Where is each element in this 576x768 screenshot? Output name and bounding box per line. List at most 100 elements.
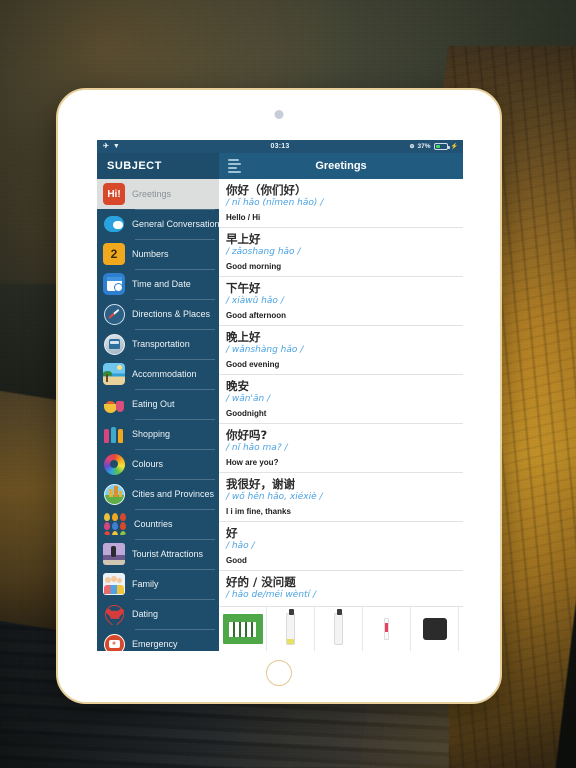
phrase-list[interactable]: 你好（你们好） / nǐ hǎo (nǐmen hǎo) / Hello / H… [219,179,463,606]
sidebar-item-eating-out[interactable]: Eating Out [97,389,219,419]
sidebar-item-label: General Conversation [132,219,219,229]
phrase-english: How are you? [226,457,279,467]
hamburger-menu-icon[interactable] [228,159,241,173]
sidebar-item-countries[interactable]: Countries [97,509,219,539]
app-screen: ✈ ▼ 03:13 ⊕ 37% ⚡ SUBJECT Greetings Hi! … [97,140,463,651]
speech-bubble-icon [103,213,125,235]
sidebar-item-label: Directions & Places [132,309,211,319]
home-button[interactable] [266,660,292,686]
hi-badge-icon: Hi! [103,183,125,205]
phrase-english: Good evening [226,359,280,369]
phrase-hanzi: 你好吗? [226,427,268,442]
phrase-pinyin: / hǎo / [226,541,255,552]
sidebar-item-label: Family [132,579,159,589]
food-drink-icon [103,393,125,415]
subject-title: SUBJECT [107,160,162,172]
sidebar-item-greetings[interactable]: Hi! Greetings [97,179,219,209]
status-bar-clock: 03:13 [270,143,290,150]
ambulance-icon [103,633,125,651]
heart-pin-icon [103,603,125,625]
phrase-pinyin: / wǎnshàng hǎo / [226,345,304,356]
phrase-row[interactable]: 早上好 / zǎoshang hǎo / Good morning [219,228,463,277]
sidebar[interactable]: Hi! Greetings General Conversation 2 Num… [97,179,219,651]
status-bar-right: ⊕ 37% ⚡ [409,143,463,150]
phrase-hanzi: 你好（你们好） [226,183,307,197]
phrase-pinyin: / nǐ hǎo ma? / [226,443,288,454]
navigation-bar: SUBJECT Greetings [97,153,463,179]
phrase-english: Hello / Hi [226,212,261,222]
calendar-clock-icon [103,273,125,295]
phrase-hanzi: 晚安 [226,378,249,393]
charging-bolt-icon: ⚡ [450,143,458,150]
ad-thumbnail-black-case[interactable] [411,607,459,651]
sidebar-item-transportation[interactable]: Transportation [97,329,219,359]
sidebar-item-general-conversation[interactable]: General Conversation [97,209,219,239]
sidebar-item-label: Shopping [132,429,171,439]
phrase-hanzi: 下午好 [226,280,261,295]
sidebar-item-accommodation[interactable]: Accommodation [97,359,219,389]
sidebar-item-label: Transportation [132,339,190,349]
sidebar-item-label: Emergency [132,639,178,649]
rotation-lock-icon: ⊕ [409,143,415,150]
sidebar-item-label: Accommodation [132,369,197,379]
sidebar-item-dating[interactable]: Dating [97,599,219,629]
number-two-icon: 2 [103,243,125,265]
phrase-row[interactable]: 好 / hǎo / Good [219,522,463,571]
battery-percent-label: 37% [417,143,431,150]
sidebar-item-family[interactable]: Family [97,569,219,599]
beach-resort-icon [103,363,125,385]
phrase-row[interactable]: 晚安 / wǎn'ān / Goodnight [219,375,463,424]
sidebar-item-label: Dating [132,609,159,619]
color-wheel-icon [103,453,125,475]
sidebar-item-label: Countries [134,519,173,529]
landmark-photo-icon [103,543,125,565]
sidebar-item-cities-and-provinces[interactable]: Cities and Provinces [97,479,219,509]
ad-thumbnail-bottle-yellow[interactable] [267,607,315,651]
ad-thumbnail-tube-pink[interactable] [363,607,411,651]
front-camera-icon [274,110,284,119]
ad-thumbnail-bottle-white[interactable] [315,607,363,651]
phrase-row[interactable]: 你好（你们好） / nǐ hǎo (nǐmen hǎo) / Hello / H… [219,179,463,228]
cityscape-icon [103,483,125,505]
battery-icon [433,143,450,150]
sidebar-header: SUBJECT [97,153,219,179]
phrase-pinyin: / nǐ hǎo (nǐmen hǎo) / [226,198,324,209]
page-title: Greetings [315,160,367,172]
phrase-row[interactable]: 我很好，谢谢 / wǒ hěn hǎo, xiéxiè / I i im fin… [219,473,463,522]
sidebar-item-directions-and-places[interactable]: Directions & Places [97,299,219,329]
sidebar-item-colours[interactable]: Colours [97,449,219,479]
sidebar-item-label: Numbers [132,249,169,259]
compass-icon [103,303,125,325]
phrase-english: Goodnight [226,408,267,418]
sidebar-item-label: Time and Date [132,279,191,289]
bus-icon [103,333,125,355]
sidebar-item-label: Colours [132,459,164,469]
phrase-pinyin: / wǎn'ān / [226,394,271,405]
ad-thumbnail-green-box[interactable] [219,607,267,651]
sidebar-item-tourist-attractions[interactable]: Tourist Attractions [97,539,219,569]
sidebar-item-emergency[interactable]: Emergency [97,629,219,651]
phrase-hanzi: 我很好，谢谢 [226,476,295,491]
sidebar-item-numbers[interactable]: 2 Numbers [97,239,219,269]
sidebar-item-time-and-date[interactable]: Time and Date [97,269,219,299]
phrase-row[interactable]: 你好吗? / nǐ hǎo ma? / How are you? [219,424,463,473]
flag-pins-grid-icon [103,513,127,535]
sidebar-item-label: Tourist Attractions [132,549,204,559]
phrase-row[interactable]: 好的 / 没问题 / hǎo de/méi wèntí / [219,571,463,606]
phrase-hanzi: 早上好 [226,231,261,246]
sidebar-item-label: Eating Out [132,399,175,409]
phrase-pinyin: / zǎoshang hǎo / [226,247,301,258]
content-header: Greetings [219,153,463,179]
tablet-device: ✈ ▼ 03:13 ⊕ 37% ⚡ SUBJECT Greetings Hi! … [56,88,502,704]
phrase-english: Good [226,555,247,565]
sidebar-item-label: Greetings [132,189,172,199]
phrase-english: Good morning [226,261,282,271]
ad-banner[interactable] [219,606,463,651]
family-group-icon [103,573,125,595]
phrase-row[interactable]: 下午好 / xiàwǔ hǎo / Good afternoon [219,277,463,326]
status-bar: ✈ ▼ 03:13 ⊕ 37% ⚡ [97,140,463,153]
sidebar-item-shopping[interactable]: Shopping [97,419,219,449]
app-body: Hi! Greetings General Conversation 2 Num… [97,179,463,651]
phrase-english: Good afternoon [226,310,286,320]
phrase-row[interactable]: 晚上好 / wǎnshàng hǎo / Good evening [219,326,463,375]
